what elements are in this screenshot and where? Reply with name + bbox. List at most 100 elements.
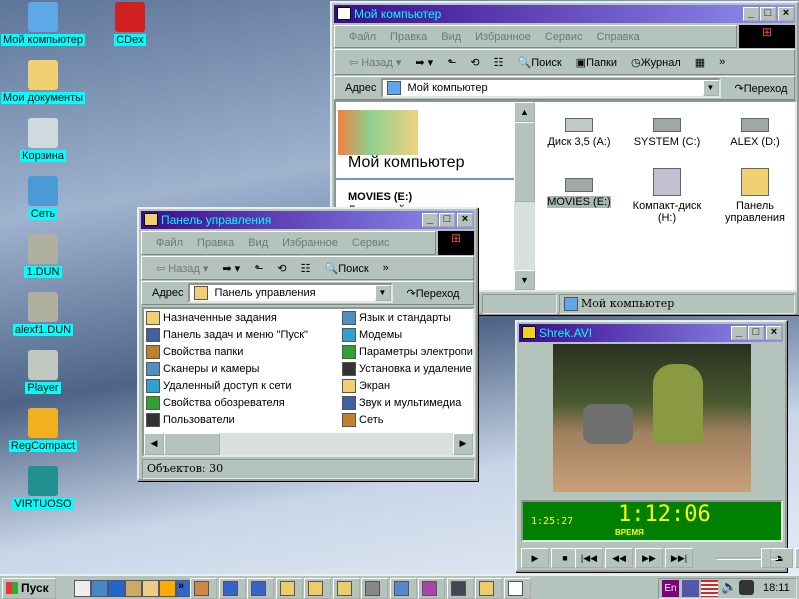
maximize-button[interactable]: □ — [439, 213, 455, 227]
applet-item[interactable]: Назначенные задания — [146, 311, 308, 328]
quicklaunch-icon[interactable] — [125, 580, 142, 597]
sync-icon[interactable]: ⟲ — [470, 56, 479, 69]
applet-item[interactable]: Удаленный доступ к сети — [146, 379, 308, 396]
drive-item[interactable]: Панель управления — [712, 168, 798, 224]
up-icon[interactable]: ⬑ — [254, 262, 263, 275]
minimize-button[interactable]: _ — [743, 7, 759, 21]
taskbar-button[interactable] — [446, 578, 474, 599]
applet-item[interactable]: Экран — [342, 379, 473, 396]
desktop-icon[interactable]: Player — [0, 350, 93, 394]
taskbar-button[interactable] — [475, 578, 502, 599]
back-button[interactable]: ⇦ Назад ▾ — [349, 56, 401, 69]
drive-item[interactable]: Компакт-диск (H:) — [624, 168, 710, 224]
player-button[interactable]: ▶ — [521, 548, 549, 568]
volume-thumb[interactable] — [760, 548, 771, 568]
taskbar-button[interactable] — [332, 578, 360, 599]
quicklaunch-icon[interactable] — [142, 580, 159, 597]
taskbar-button[interactable] — [218, 578, 246, 599]
tray-icon[interactable] — [682, 580, 699, 597]
drive-item[interactable]: MOVIES (E:) — [536, 168, 622, 208]
flag-icon[interactable] — [701, 580, 718, 597]
applet-item[interactable]: Панель задач и меню "Пуск" — [146, 328, 308, 345]
applet-item[interactable]: Звук и мультимедиа — [342, 396, 473, 413]
taskbar-button[interactable] — [304, 578, 331, 599]
quicklaunch-icon[interactable] — [159, 580, 176, 597]
desktop-icon[interactable]: VIRTUOSO — [0, 466, 93, 510]
language-indicator[interactable]: En — [662, 580, 679, 597]
address-input[interactable]: Панель управления ▼ — [187, 283, 393, 303]
drive-item[interactable]: Диск 3,5 (A:) — [536, 108, 622, 148]
desktop-icon[interactable]: CDex — [80, 2, 180, 46]
title-bar[interactable]: Shrek.AVI _ □ × — [519, 324, 783, 342]
menu-item[interactable]: Избранное — [282, 237, 338, 249]
taskbar-button[interactable] — [418, 578, 445, 599]
menu-item[interactable]: Сервис — [545, 31, 583, 43]
camera-icon[interactable] — [739, 580, 754, 595]
go-button[interactable]: ↷Переход — [407, 287, 460, 300]
horizontal-scrollbar[interactable]: ◀ ▶ — [144, 433, 473, 455]
applet-item[interactable]: Язык и стандарты — [342, 311, 473, 328]
menu-item[interactable]: Справка — [597, 31, 640, 43]
applet-item[interactable]: Параметры электропи — [342, 345, 473, 362]
applet-item[interactable]: Свойства папки — [146, 345, 308, 362]
chevron-down-icon[interactable]: ▼ — [374, 285, 391, 301]
up-icon[interactable]: ⬑ — [447, 56, 456, 69]
quicklaunch-icon[interactable] — [91, 580, 108, 597]
player-button[interactable]: ▶▶| — [665, 548, 693, 568]
search-button[interactable]: 🔍Поиск — [517, 56, 561, 69]
chevron-down-icon[interactable]: ▼ — [702, 80, 719, 96]
taskbar-button[interactable] — [190, 578, 217, 599]
quicklaunch-icon[interactable] — [108, 580, 125, 597]
back-button[interactable]: ⇦ Назад ▾ — [156, 262, 208, 275]
desktop-icon[interactable]: Корзина — [0, 118, 93, 162]
player-button[interactable]: ▶▶ — [635, 548, 663, 568]
forward-button[interactable]: ➡ ▾ — [222, 262, 240, 275]
menu-item[interactable]: Избранное — [475, 31, 531, 43]
applet-item[interactable]: Модемы — [342, 328, 473, 345]
search-button[interactable]: 🔍Поиск — [324, 262, 368, 275]
player-button[interactable]: ◀◀ — [605, 548, 633, 568]
video-frame[interactable] — [553, 344, 751, 492]
menu-item[interactable]: Вид — [441, 31, 461, 43]
drive-item[interactable]: ALEX (D:) — [712, 108, 798, 148]
title-bar[interactable]: Мой компьютер _ □ × — [334, 5, 795, 23]
folders-button[interactable]: ▣Папки — [576, 56, 617, 69]
start-button[interactable]: Пуск — [2, 578, 56, 599]
applet-item[interactable]: Сканеры и камеры — [146, 362, 308, 379]
desktop-icon[interactable]: Сеть — [0, 176, 93, 220]
menu-item[interactable]: Правка — [197, 237, 234, 249]
desktop-icon[interactable]: Мои документы — [0, 60, 93, 104]
taskbar-button[interactable] — [247, 578, 274, 599]
quicklaunch-more[interactable]: » — [178, 580, 184, 592]
desktop-icon[interactable]: RegCompact — [0, 408, 93, 452]
minimize-button[interactable]: _ — [731, 326, 747, 340]
vertical-scrollbar[interactable]: ▲ ▼ — [514, 102, 535, 290]
player-button[interactable]: |◀◀ — [575, 548, 603, 568]
title-bar[interactable]: Панель управления _ □ × — [141, 211, 474, 229]
desktop-icon[interactable]: 1.DUN — [0, 234, 93, 278]
close-button[interactable]: × — [457, 213, 473, 227]
applet-item[interactable]: Сеть — [342, 413, 473, 430]
applet-item[interactable]: Пользователи — [146, 413, 308, 430]
menu-item[interactable]: Правка — [390, 31, 427, 43]
taskbar-button[interactable] — [361, 578, 388, 599]
menu-item[interactable]: Вид — [248, 237, 268, 249]
address-input[interactable]: Мой компьютер ▼ — [380, 78, 721, 98]
player-button[interactable]: ⏏ — [795, 548, 799, 568]
forward-button[interactable]: ➡ ▾ — [415, 56, 433, 69]
menu-item[interactable]: Сервис — [352, 237, 390, 249]
volume-icon[interactable]: 🔈 — [721, 579, 737, 595]
maximize-button[interactable]: □ — [760, 7, 776, 21]
properties-icon[interactable]: ☷ — [301, 262, 311, 275]
quicklaunch-icon[interactable] — [74, 580, 91, 597]
taskbar-button[interactable] — [275, 578, 303, 599]
menu-item[interactable]: Файл — [156, 237, 183, 249]
applet-item[interactable]: Свойства обозревателя — [146, 396, 308, 413]
more-button[interactable]: » — [719, 56, 725, 68]
desktop-icon[interactable]: alexf1.DUN — [0, 292, 93, 336]
close-button[interactable]: × — [778, 7, 794, 21]
minimize-button[interactable]: _ — [422, 213, 438, 227]
taskbar-button[interactable] — [389, 578, 417, 599]
taskbar-button[interactable] — [503, 578, 531, 599]
drive-item[interactable]: SYSTEM (C:) — [624, 108, 710, 148]
